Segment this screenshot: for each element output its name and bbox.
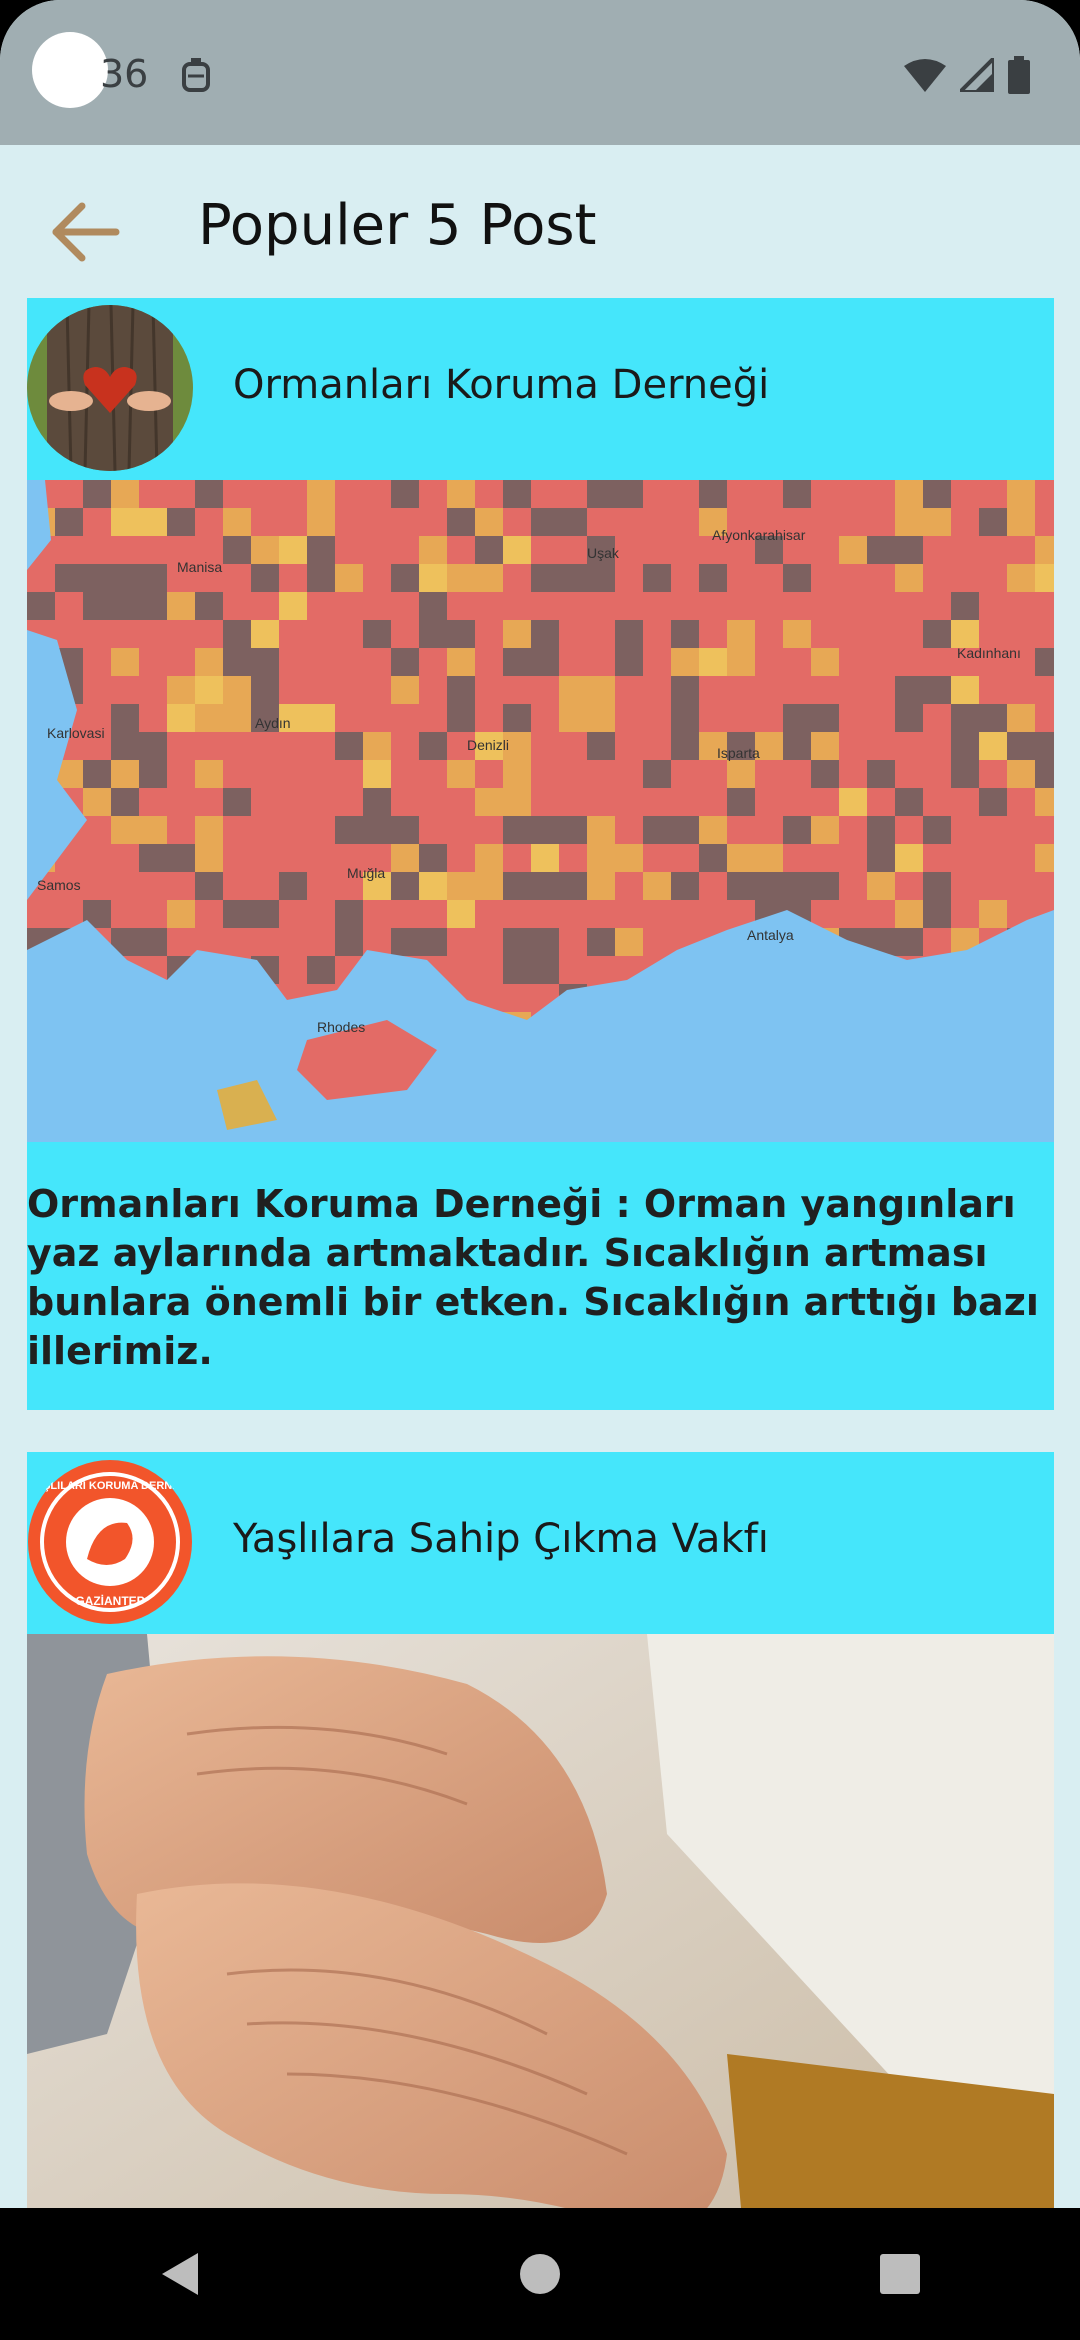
map-label: Manisa xyxy=(177,559,222,575)
logo-text: YAŞLILARI KORUMA DERNEĞİ xyxy=(29,1479,191,1492)
nav-home-button[interactable] xyxy=(500,2234,580,2314)
map-label: Samos xyxy=(37,877,81,893)
phone-screen: 36 Populer 5 Post Ormanları Koruma Derne… xyxy=(0,0,1080,2340)
map-label: Aydın xyxy=(255,715,291,731)
map-label: Kadınhanı xyxy=(957,645,1021,661)
app-bar: Populer 5 Post xyxy=(0,145,1080,300)
wifi-icon xyxy=(904,58,946,97)
navigation-bar xyxy=(0,2208,1080,2340)
logo-text: GAZİANTEP xyxy=(75,1593,144,1608)
map-label: Karlovasi xyxy=(47,725,105,741)
map-label: Antalya xyxy=(747,927,794,943)
status-time: 36 xyxy=(100,52,149,96)
post-image[interactable] xyxy=(27,1634,1054,2274)
post-text: Ormanları Koruma Derneği : Orman yangınl… xyxy=(27,1142,1054,1410)
battery-icon xyxy=(1008,56,1030,99)
map-label: Isparta xyxy=(717,745,760,761)
signal-icon xyxy=(955,53,996,97)
recents-square-icon xyxy=(880,2254,920,2294)
organization-avatar[interactable] xyxy=(27,305,193,471)
map-label: Denizli xyxy=(467,737,509,753)
map-label: Rhodes xyxy=(317,1019,365,1035)
nav-back-button[interactable] xyxy=(140,2234,220,2314)
home-circle-icon xyxy=(520,2254,560,2294)
camera-cutout xyxy=(32,32,108,108)
page-title: Populer 5 Post xyxy=(198,193,597,258)
post-image[interactable]: Manisa Afyonkarahisar Uşak Aydın Denizli… xyxy=(27,480,1054,1142)
organization-name[interactable]: Yaşlılara Sahip Çıkma Vakfı xyxy=(233,1516,769,1562)
post-feed[interactable]: Ormanları Koruma Derneği Manisa Afyonkar… xyxy=(27,298,1054,2316)
map-label: Muğla xyxy=(347,865,385,881)
map-label: Uşak xyxy=(587,545,620,561)
organization-avatar[interactable]: YAŞLILARI KORUMA DERNEĞİ GAZİANTEP xyxy=(27,1459,193,1625)
status-bar: 36 xyxy=(0,0,1080,145)
post-card[interactable]: YAŞLILARI KORUMA DERNEĞİ GAZİANTEP Yaşlı… xyxy=(27,1452,1054,2274)
back-button[interactable] xyxy=(40,187,130,277)
back-triangle-icon xyxy=(162,2253,198,2295)
nav-recents-button[interactable] xyxy=(860,2234,940,2314)
map-label: Afyonkarahisar xyxy=(712,527,806,543)
post-header[interactable]: Ormanları Koruma Derneği xyxy=(27,298,1054,480)
notification-icon xyxy=(180,56,212,99)
post-card[interactable]: Ormanları Koruma Derneği Manisa Afyonkar… xyxy=(27,298,1054,1410)
organization-name[interactable]: Ormanları Koruma Derneği xyxy=(233,362,769,408)
arrow-left-icon xyxy=(52,202,120,262)
post-header[interactable]: YAŞLILARI KORUMA DERNEĞİ GAZİANTEP Yaşlı… xyxy=(27,1452,1054,1634)
